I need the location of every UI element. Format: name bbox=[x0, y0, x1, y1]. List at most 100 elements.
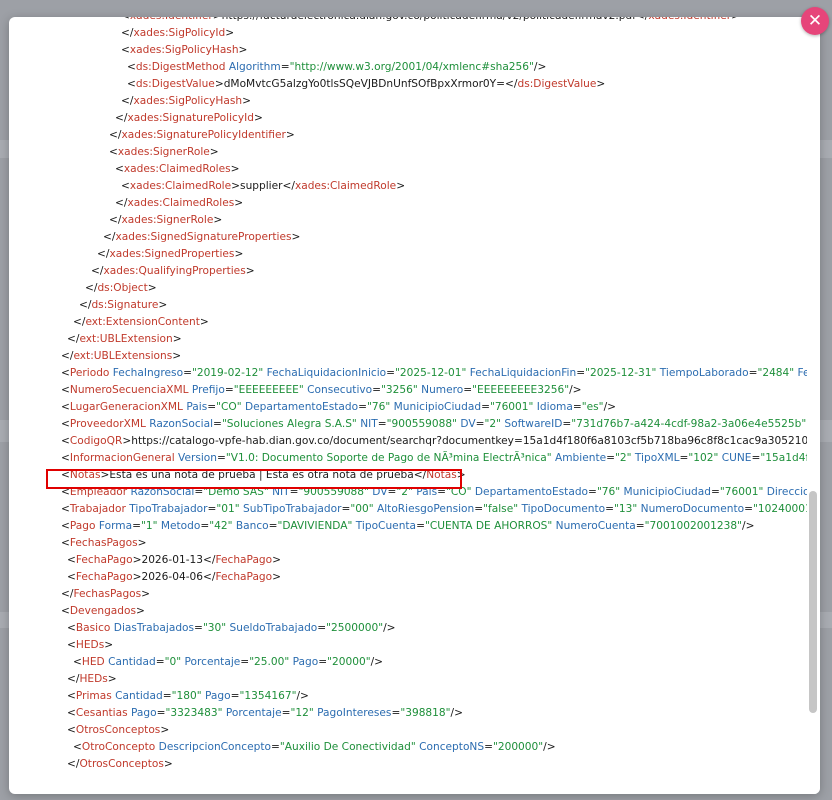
xml-line: <Notas>Esta es una nota de prueba | Esta… bbox=[61, 467, 466, 484]
xml-token-tag: ext:ExtensionContent bbox=[85, 316, 200, 328]
xml-token-val: "2019-02-12" bbox=[191, 367, 264, 379]
xml-token-punct: < bbox=[127, 61, 136, 73]
xml-token-punct: </ bbox=[109, 129, 122, 141]
xml-token-tag: FechaPago bbox=[215, 554, 273, 566]
xml-token-attr: Pago bbox=[131, 707, 157, 719]
xml-line: <xades:ClaimedRole>supplier</xades:Claim… bbox=[121, 178, 405, 195]
xml-token-tag: Primas bbox=[75, 690, 112, 702]
xml-token-attr: MunicipioCiudad bbox=[623, 486, 711, 498]
xml-token-punct: < bbox=[121, 180, 130, 192]
xml-token-punct: > bbox=[253, 112, 263, 124]
xml-token-punct: > bbox=[213, 214, 223, 226]
xml-token-tag: ext:UBLExtension bbox=[79, 333, 173, 345]
xml-token-punct: = bbox=[216, 452, 226, 464]
xml-token-attr: TiempoLaborado bbox=[659, 367, 749, 379]
xml-token-attr: Algorithm bbox=[228, 61, 281, 73]
xml-token-val: "false" bbox=[483, 503, 519, 515]
xml-token-attr: Version bbox=[178, 452, 217, 464]
xml-token-val: "2500000" bbox=[326, 622, 384, 634]
xml-token-punct: > bbox=[245, 265, 255, 277]
xml-token-tag: xades:SigPolicyHash bbox=[133, 95, 243, 107]
xml-token-punct: < bbox=[115, 163, 124, 175]
xml-token-punct: = bbox=[268, 520, 278, 532]
xml-token-punct: > bbox=[209, 146, 219, 158]
xml-token-val: "15a1d4f180f6 bbox=[760, 452, 807, 464]
xml-token-val: "Auxilio De Conectividad" bbox=[279, 741, 416, 753]
xml-line: </xades:SignedProperties> bbox=[97, 246, 243, 263]
xml-token-val: "EEEEEEEEE" bbox=[233, 384, 304, 396]
xml-token-attr: FechaLiquidacionInicio bbox=[266, 367, 387, 379]
xml-token-attr: PagoIntereses bbox=[317, 707, 392, 719]
xml-line: <xades:Identifier>https://facturaelectro… bbox=[121, 17, 740, 25]
xml-token-punct: < bbox=[61, 418, 70, 430]
xml-token-val: "900559088" bbox=[386, 418, 458, 430]
xml-token-attr: NIT bbox=[360, 418, 378, 430]
xml-token-val: "25.00" bbox=[249, 656, 290, 668]
xml-token-tag: CodigoQR bbox=[69, 435, 123, 447]
xml-token-punct: = bbox=[606, 452, 616, 464]
xml-token-punct: = bbox=[240, 656, 250, 668]
xml-token-punct: = bbox=[194, 486, 204, 498]
xml-token-punct: = bbox=[224, 384, 234, 396]
close-button[interactable]: ✕ bbox=[801, 7, 829, 35]
xml-token-punct: > bbox=[141, 588, 151, 600]
xml-token-tag: NumeroSecuenciaXML bbox=[69, 384, 189, 396]
xml-token-punct: < bbox=[73, 656, 82, 668]
xml-token-punct: </ bbox=[103, 231, 116, 243]
xml-line: </xades:SigPolicyId> bbox=[121, 25, 234, 42]
xml-token-tag: xades:Identifier bbox=[130, 17, 213, 22]
xml-token-attr: AltoRiesgoPension bbox=[376, 503, 475, 515]
xml-token-punct: = bbox=[318, 656, 328, 668]
xml-token-attr: FechaIngreso bbox=[112, 367, 184, 379]
xml-token-tag: FechaPago bbox=[75, 554, 133, 566]
xml-token-attr: FechaGen bbox=[797, 367, 807, 379]
xml-token-val: "0" bbox=[164, 656, 182, 668]
xml-token-txt: Esta es una nota de prueba | Esta es otr… bbox=[109, 469, 427, 481]
xml-line: <NumeroSecuenciaXML Prefijo="EEEEEEEEE" … bbox=[61, 382, 582, 399]
xml-token-val: "42" bbox=[209, 520, 233, 532]
xml-token-val: "CO" bbox=[446, 486, 472, 498]
xml-token-punct: < bbox=[67, 690, 76, 702]
xml-token-punct: = bbox=[588, 486, 597, 498]
xml-token-punct: < bbox=[73, 741, 82, 753]
xml-token-punct: > bbox=[234, 248, 244, 260]
xml-token-punct: = bbox=[281, 707, 291, 719]
xml-token-punct: > bbox=[104, 639, 114, 651]
xml-token-attr: Numero bbox=[421, 384, 464, 396]
xml-token-val: "76001" bbox=[719, 486, 764, 498]
scrollbar-thumb[interactable] bbox=[809, 491, 817, 713]
xml-token-tag: xades:SignerRole bbox=[117, 146, 210, 158]
xml-token-punct: < bbox=[61, 452, 70, 464]
xml-token-punct: > bbox=[163, 758, 173, 770]
xml-token-attr: Direccion bbox=[766, 486, 807, 498]
xml-token-punct: < bbox=[67, 639, 76, 651]
xml-token-punct: = bbox=[155, 656, 165, 668]
xml-line: <FechasPagos> bbox=[61, 535, 147, 552]
xml-token-val: "2025-12-01" bbox=[395, 367, 467, 379]
xml-line: <ds:DigestMethod Algorithm="http://www.w… bbox=[127, 59, 546, 76]
xml-token-val: "20000" bbox=[327, 656, 371, 668]
xml-token-val: "3256" bbox=[381, 384, 418, 396]
xml-token-punct: < bbox=[61, 469, 70, 481]
xml-token-tag: ds:Object bbox=[97, 282, 148, 294]
xml-token-attr: NumeroCuenta bbox=[555, 520, 636, 532]
xml-token-punct: </ bbox=[67, 333, 80, 345]
xml-line: <Trabajador TipoTrabajador = "01" SubTipoT… bbox=[61, 501, 807, 518]
xml-line: <InformacionGeneral Version="V1.0: Docum… bbox=[61, 450, 807, 467]
xml-token-punct: = bbox=[484, 741, 493, 753]
xml-token-tag: ds:DigestMethod bbox=[135, 61, 226, 73]
xml-token-val: "CO" bbox=[216, 401, 242, 413]
xml-token-punct: = bbox=[710, 486, 720, 498]
xml-token-punct: = bbox=[474, 503, 484, 515]
xml-token-val: "es" bbox=[581, 401, 604, 413]
xml-line: <Primas Cantidad="180" Pago="1354167"/> bbox=[67, 688, 309, 705]
xml-token-attr: SoftwareID bbox=[504, 418, 563, 430]
xml-token-attr: Consecutivo bbox=[307, 384, 373, 396]
xml-token-val: "7001002001238" bbox=[644, 520, 743, 532]
xml-token-punct: < bbox=[121, 17, 130, 22]
xml-token-attr: DepartamentoEstado bbox=[474, 486, 589, 498]
xml-token-punct: /> bbox=[603, 401, 617, 413]
xml-token-tag: ext:UBLExtensions bbox=[73, 350, 173, 362]
xml-line: <Empleador RazonSocial="Demo SAS" NIT="9… bbox=[61, 484, 807, 501]
xml-token-punct: > bbox=[136, 605, 145, 617]
